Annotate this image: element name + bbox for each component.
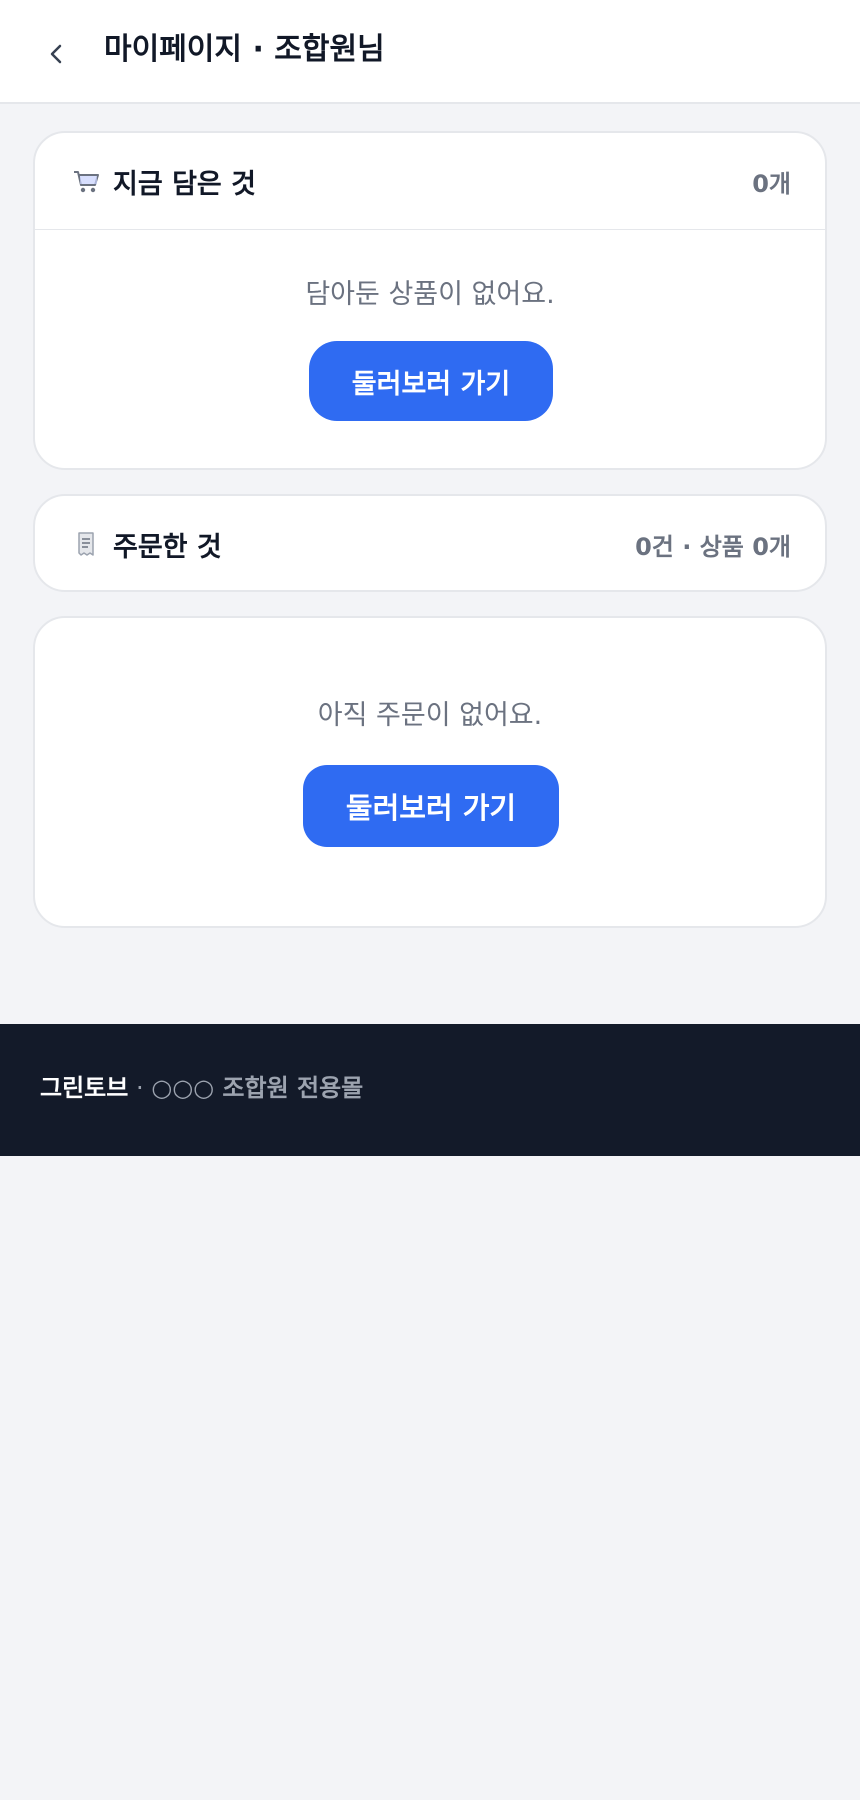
receipt-icon <box>71 529 101 559</box>
orders-browse-button[interactable]: 둘러보러 가기 <box>303 765 559 847</box>
cart-card: 지금 담은 것 0개 담아둔 상품이 없어요. 둘러보러 가기 <box>33 131 827 470</box>
cart-section-title: 지금 담은 것 <box>113 168 256 200</box>
orders-empty-card: 아직 주문이 없어요. 둘러보러 가기 <box>33 616 827 928</box>
cart-empty-text: 담아둔 상품이 없어요. <box>305 279 555 310</box>
orders-card-header: 주문한 것 0건 · 상품 0개 <box>35 496 825 590</box>
cart-browse-button[interactable]: 둘러보러 가기 <box>309 341 553 421</box>
top-app-bar: 마이페이지 · 조합원님 <box>0 0 860 104</box>
footer-text: 그린토브 · ○○○ 조합원 전용몰 <box>40 1070 363 1106</box>
orders-section-title: 주문한 것 <box>113 531 222 563</box>
chevron-left-icon <box>50 44 62 64</box>
footer-mall-name: ○○○ 조합원 전용몰 <box>151 1074 364 1102</box>
footer: 그린토브 · ○○○ 조합원 전용몰 <box>0 1024 860 1156</box>
divider <box>35 229 825 230</box>
orders-count: 0건 · 상품 0개 <box>635 532 791 561</box>
shopping-cart-icon <box>71 166 101 196</box>
cart-card-header: 지금 담은 것 0개 <box>35 133 825 229</box>
orders-card: 주문한 것 0건 · 상품 0개 <box>33 494 827 592</box>
page-title: 마이페이지 · 조합원님 <box>104 32 385 67</box>
orders-empty-text: 아직 주문이 없어요. <box>317 700 543 731</box>
back-button[interactable] <box>36 30 76 78</box>
footer-brand: 그린토브 <box>40 1074 129 1102</box>
cart-count: 0개 <box>752 169 791 198</box>
footer-separator: · <box>135 1074 144 1102</box>
